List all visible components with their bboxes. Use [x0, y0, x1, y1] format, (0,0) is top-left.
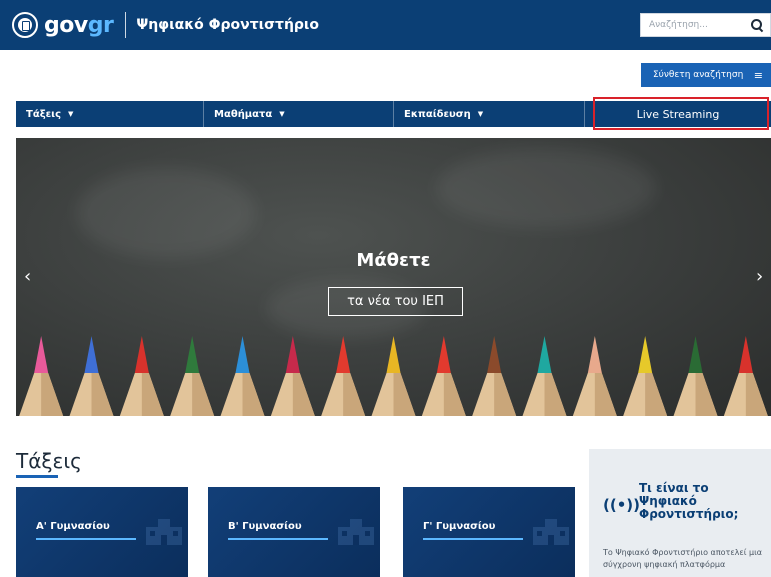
school-building-icon: [338, 519, 374, 545]
school-building-icon: [533, 519, 569, 545]
class-card-c[interactable]: Γ' Γυμνασίου: [403, 487, 575, 577]
school-building-icon: [146, 519, 182, 545]
about-info-box: ((•)) Τι είναι το Ψηφιακό Φροντιστήριο; …: [589, 449, 771, 577]
greek-emblem-icon: [12, 12, 38, 38]
broadcast-icon: ((•)): [603, 496, 641, 514]
pencil-tip: [371, 336, 416, 416]
pencil-tip: [19, 336, 64, 416]
search-input[interactable]: Αναζήτηση...: [640, 13, 771, 37]
govgr-wordmark: govgr: [44, 12, 114, 38]
pencil-tip: [220, 336, 265, 416]
classes-section-title: Τάξεις: [16, 449, 82, 473]
card-underline: [423, 538, 523, 540]
pencil-tip: [69, 336, 114, 416]
about-title[interactable]: Τι είναι το Ψηφιακό Φροντιστήριο;: [639, 482, 764, 521]
card-underline: [36, 538, 136, 540]
menu-lines-icon: ≡: [753, 68, 763, 82]
nav-item-courses[interactable]: Μαθήματα ▼: [204, 101, 394, 127]
site-title[interactable]: Ψηφιακό Φροντιστήριο: [136, 17, 319, 33]
about-description: Το Ψηφιακό Φροντιστήριο αποτελεί μια σύγ…: [603, 548, 763, 569]
pencil-tip: [421, 336, 466, 416]
class-card-label: Γ' Γυμνασίου: [423, 521, 496, 532]
pencil-tip: [321, 336, 366, 416]
class-card-label: Β' Γυμνασίου: [228, 521, 302, 532]
class-card-a[interactable]: Α' Γυμνασίου: [16, 487, 188, 577]
caret-down-icon: ▼: [279, 110, 285, 118]
govgr-logo[interactable]: govgr Ψηφιακό Φροντιστήριο: [12, 10, 319, 40]
advanced-search-button[interactable]: Σύνθετη αναζήτηση ≡: [641, 63, 771, 87]
pencil-tip: [170, 336, 215, 416]
pencil-tip: [522, 336, 567, 416]
pencil-tip: [119, 336, 164, 416]
search-icon[interactable]: [750, 18, 764, 32]
nav-item-education[interactable]: Εκπαίδευση ▼: [394, 101, 585, 127]
pencil-tip: [572, 336, 617, 416]
search-placeholder: Αναζήτηση...: [649, 20, 708, 30]
caret-down-icon: ▼: [477, 110, 484, 118]
card-underline: [228, 538, 328, 540]
advanced-search-label: Σύνθετη αναζήτηση: [653, 70, 744, 80]
brand-divider: [125, 12, 127, 38]
class-card-b[interactable]: Β' Γυμνασίου: [208, 487, 380, 577]
pencil-tip: [723, 336, 768, 416]
hero-carousel: ‹ › Μάθετε τα νέα του ΙΕΠ: [16, 138, 771, 416]
hero-news-button[interactable]: τα νέα του ΙΕΠ: [328, 287, 463, 316]
section-title-underline: [16, 475, 58, 478]
pencil-tip: [472, 336, 517, 416]
hero-title: Μάθετε: [356, 250, 431, 271]
nav-item-classes[interactable]: Τάξεις ▼: [16, 101, 204, 127]
pencils-image: [19, 336, 768, 416]
class-card-label: Α' Γυμνασίου: [36, 521, 110, 532]
top-header: govgr Ψηφιακό Φροντιστήριο Αναζήτηση...: [0, 0, 771, 50]
live-streaming-highlight-box: [593, 97, 769, 130]
pencil-tip: [270, 336, 315, 416]
pencil-tip: [673, 336, 718, 416]
caret-down-icon: ▼: [68, 110, 74, 118]
pencil-tip: [623, 336, 668, 416]
